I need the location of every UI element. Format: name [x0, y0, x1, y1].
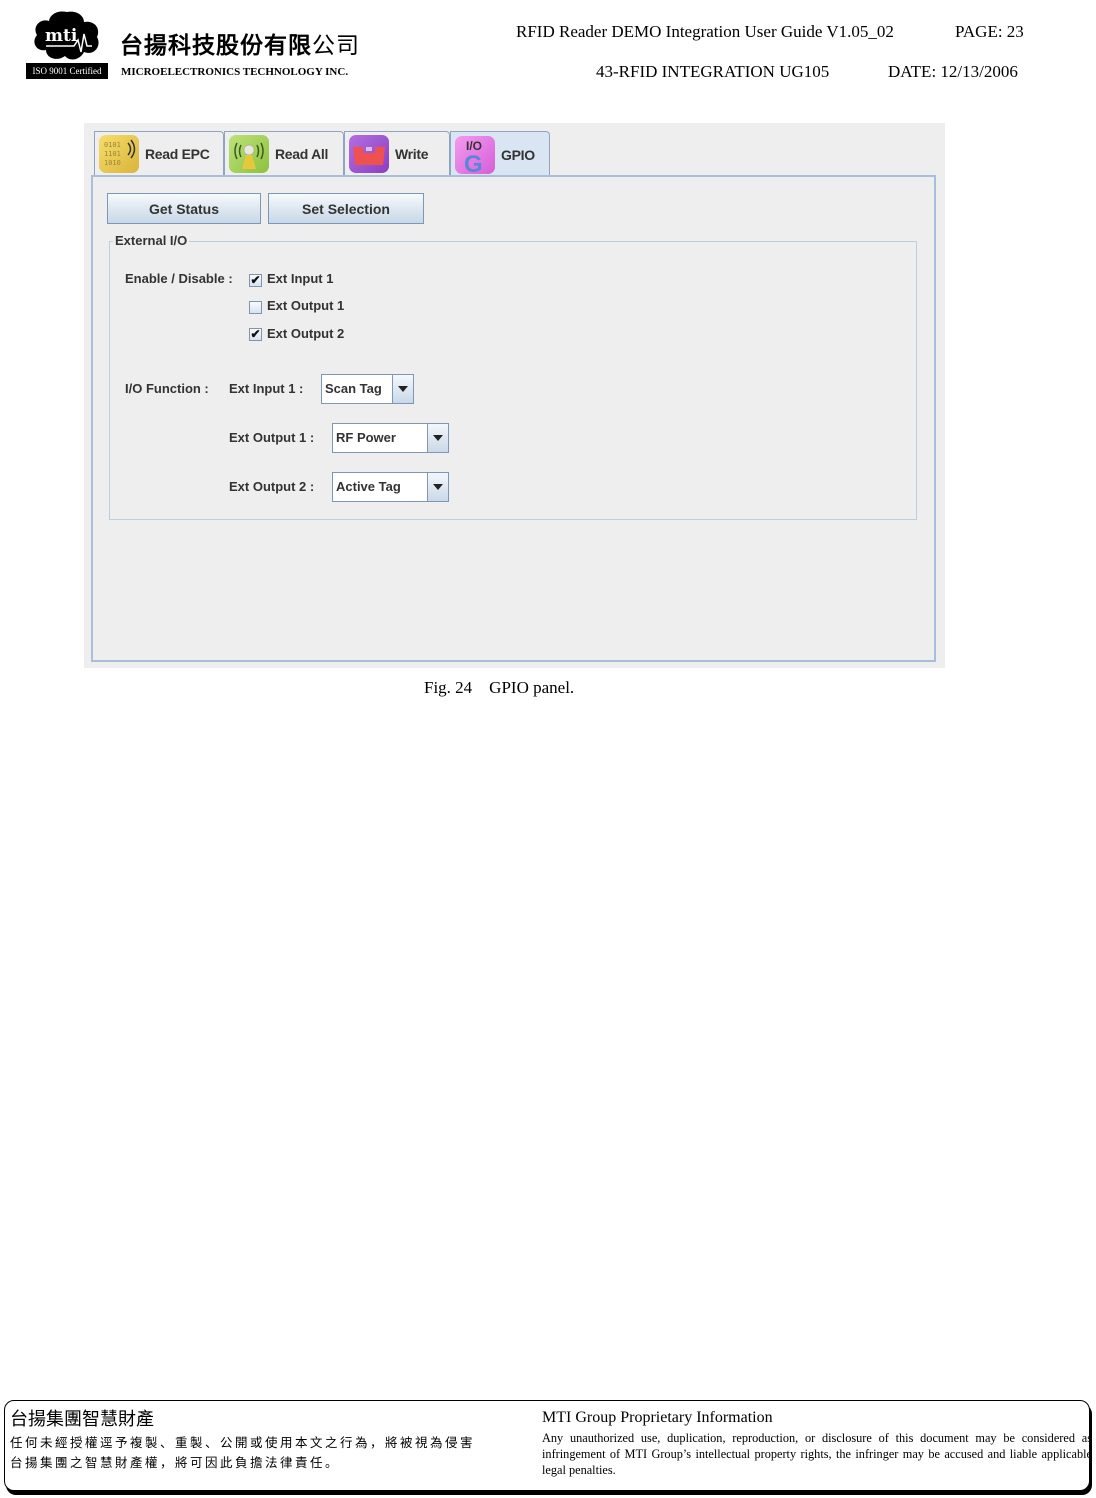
document-title: RFID Reader DEMO Integration User Guide …: [516, 22, 894, 41]
gpio-icon: I/O G: [455, 136, 495, 174]
tab-write[interactable]: Write: [344, 131, 450, 176]
page-number: PAGE: 23: [955, 22, 1024, 41]
check-icon: ✔: [250, 327, 261, 341]
chevron-down-icon[interactable]: [427, 473, 448, 501]
mti-logo-icon: mti: [34, 11, 99, 60]
write-icon: [349, 135, 389, 173]
ext-output-2-checkbox-label[interactable]: Ext Output 2: [267, 326, 344, 341]
ext-output-2-checkbox[interactable]: ✔: [249, 328, 262, 341]
tab-read-all[interactable]: Read All: [224, 131, 344, 176]
company-name-chinese: 台揚科技股份有限公司: [120, 26, 360, 60]
footer-cn-title: 台揚集團智慧財產: [10, 1409, 154, 1430]
iso-badge: ISO 9001 Certified: [26, 63, 108, 79]
ext-output-1-checkbox-label[interactable]: Ext Output 1: [267, 298, 344, 313]
svg-text:G: G: [464, 151, 483, 174]
ext-output-2-function-label: Ext Output 2 :: [229, 479, 315, 494]
document-number: 43-RFID INTEGRATION UG105: [596, 62, 830, 81]
gpio-screenshot: 0101 1101 1010 Read EPC Read All Write I…: [84, 123, 945, 668]
chevron-down-icon[interactable]: [392, 375, 413, 403]
ext-output-1-function-select[interactable]: RF Power: [332, 423, 449, 453]
footer-cn-line-1: 任何未經授權逕予複製、重製、公開或使用本文之行為，將被視為侵害: [10, 1435, 476, 1450]
document-date: DATE: 12/13/2006: [888, 62, 1018, 81]
ext-input-1-checkbox-label[interactable]: Ext Input 1: [267, 271, 333, 286]
company-name-cn-bold: 台揚科技股份有限: [120, 33, 312, 59]
get-status-button[interactable]: Get Status: [107, 193, 261, 224]
mti-logo: mti: [32, 10, 102, 62]
ext-output-2-function-select[interactable]: Active Tag: [332, 472, 449, 502]
chevron-down-icon[interactable]: [427, 424, 448, 452]
tab-label: Read All: [275, 146, 329, 162]
select-value: RF Power: [336, 430, 396, 445]
tab-label: GPIO: [501, 147, 535, 163]
svg-text:1101: 1101: [104, 150, 121, 158]
svg-text:1010: 1010: [104, 159, 121, 167]
tab-read-epc[interactable]: 0101 1101 1010 Read EPC: [94, 131, 224, 176]
company-name-cn-light: 公司: [312, 33, 360, 59]
tab-label: Write: [395, 146, 429, 162]
svg-text:mti: mti: [45, 26, 78, 46]
ext-input-1-function-label: Ext Input 1 :: [229, 381, 304, 396]
check-icon: ✔: [250, 273, 261, 287]
figure-caption: Fig. 24 GPIO panel.: [424, 678, 575, 697]
ext-input-1-checkbox[interactable]: ✔: [249, 274, 262, 287]
enable-disable-label: Enable / Disable :: [125, 271, 233, 286]
tab-label: Read EPC: [145, 146, 210, 162]
external-io-title: External I/O: [113, 233, 190, 248]
footer-en-body: Any unauthorized use, duplication, repro…: [542, 1431, 1092, 1477]
read-epc-icon: 0101 1101 1010: [99, 135, 139, 173]
select-value: Active Tag: [336, 479, 401, 494]
company-name-english: MICROELECTRONICS TECHNOLOGY INC.: [121, 66, 349, 78]
tab-gpio[interactable]: I/O G GPIO: [450, 131, 550, 178]
io-function-label: I/O Function :: [125, 381, 209, 396]
ext-input-1-function-select[interactable]: Scan Tag: [321, 374, 414, 404]
set-selection-button[interactable]: Set Selection: [268, 193, 424, 224]
read-all-icon: [229, 135, 269, 173]
ext-output-1-function-label: Ext Output 1 :: [229, 430, 315, 445]
footer-en-title: MTI Group Proprietary Information: [542, 1409, 773, 1426]
select-value: Scan Tag: [325, 381, 382, 396]
ext-output-1-checkbox[interactable]: [249, 301, 262, 314]
footer-cn-line-2: 台揚集團之智慧財產權，將可因此負擔法律責任。: [10, 1455, 341, 1470]
svg-text:0101: 0101: [104, 141, 121, 149]
